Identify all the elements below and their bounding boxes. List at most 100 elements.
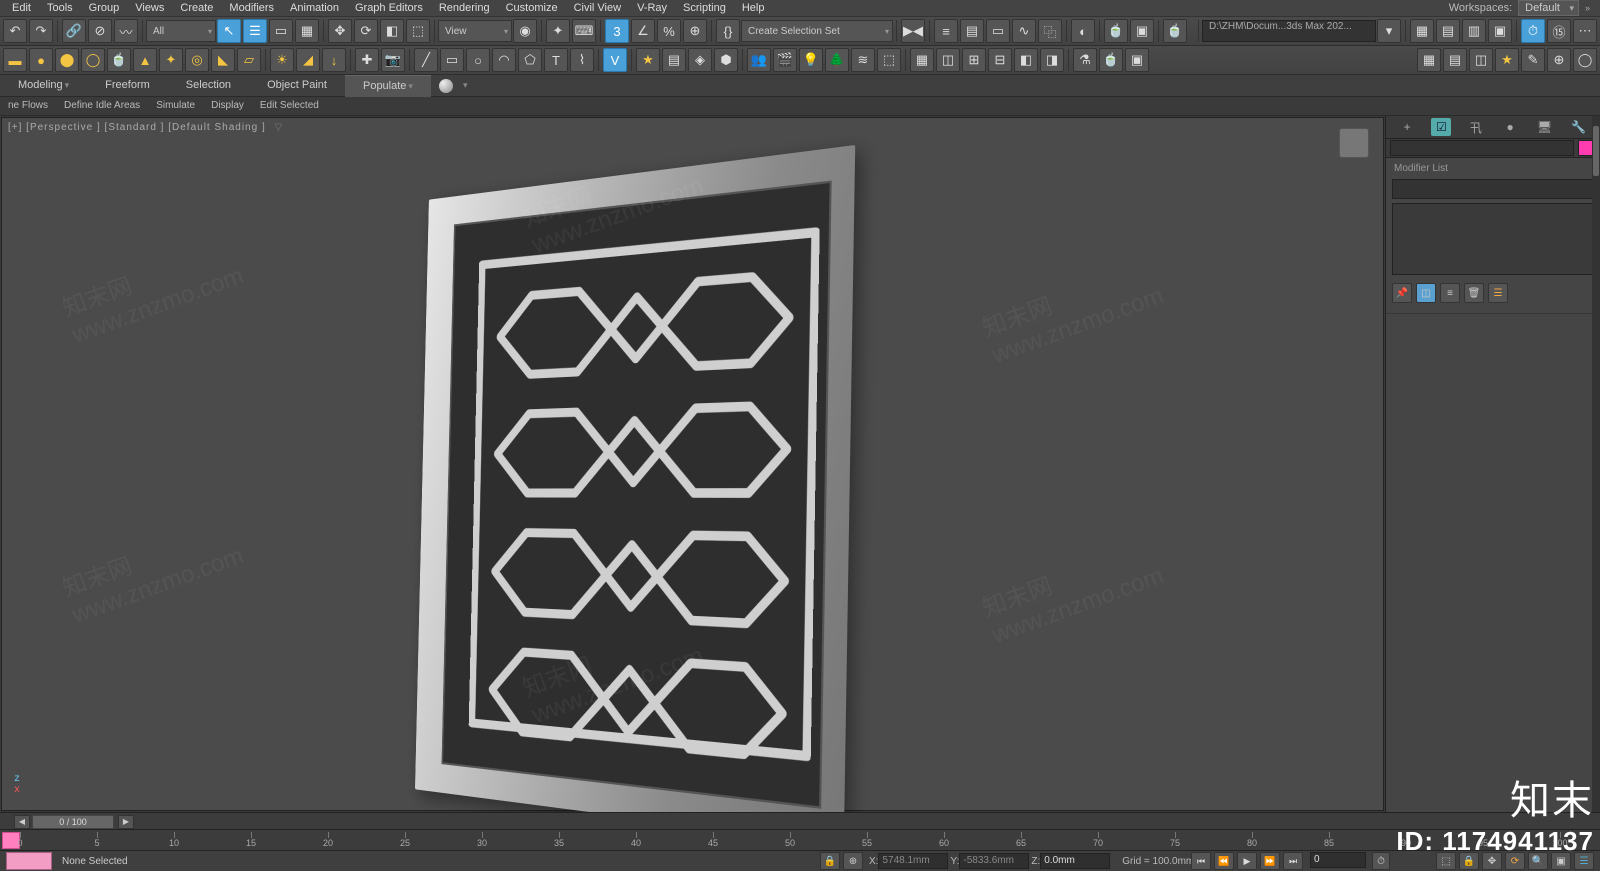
- x-field[interactable]: 5748.1mm: [878, 853, 948, 869]
- nav-zoom-ext-button[interactable]: ▣: [1551, 852, 1571, 870]
- ribbon-tab-object-paint[interactable]: Object Paint: [249, 75, 345, 96]
- create-plane-button[interactable]: ▱: [237, 48, 261, 72]
- rt-5-button[interactable]: ✎: [1521, 48, 1545, 72]
- bind-spacewarp-button[interactable]: 〰: [114, 19, 138, 43]
- helper-button[interactable]: ✚: [355, 48, 379, 72]
- render-setup-button[interactable]: 🍵: [1104, 19, 1128, 43]
- menu-group[interactable]: Group: [81, 0, 128, 16]
- modifier-stack-list[interactable]: [1392, 203, 1594, 275]
- subrib-flows[interactable]: ne Flows: [0, 97, 56, 115]
- menu-graph-editors[interactable]: Graph Editors: [347, 0, 431, 16]
- rt-6-button[interactable]: ⊕: [1547, 48, 1571, 72]
- modifier-list-dropdown[interactable]: [1392, 179, 1594, 199]
- cmdtab-utilities-icon[interactable]: 🔧: [1569, 118, 1589, 136]
- vp-layout-1-button[interactable]: ▦: [1410, 19, 1434, 43]
- percent-snap-button[interactable]: %: [657, 19, 681, 43]
- timeslider-prev-icon[interactable]: ◀: [14, 815, 30, 829]
- spline-arc-button[interactable]: ◠: [492, 48, 516, 72]
- ref-coord-dropdown[interactable]: View: [438, 20, 512, 42]
- create-torus-button[interactable]: ◯: [81, 48, 105, 72]
- time-slider[interactable]: ◀ 0 / 100 ▶: [0, 812, 1600, 829]
- viewport-perspective[interactable]: [+] [Perspective ] [Standard ] [Default …: [1, 117, 1384, 811]
- modstack-show-end-button[interactable]: ◫: [1416, 283, 1436, 303]
- redo-button[interactable]: ↷: [29, 19, 53, 43]
- subrib-display[interactable]: Display: [203, 97, 252, 115]
- workspace-dropdown[interactable]: Default: [1518, 0, 1579, 16]
- timeslider-next-icon[interactable]: ▶: [118, 815, 134, 829]
- extras-19-button[interactable]: ▣: [1125, 48, 1149, 72]
- extras-1-button[interactable]: ★: [636, 48, 660, 72]
- extras-2-button[interactable]: ▤: [662, 48, 686, 72]
- menu-animation[interactable]: Animation: [282, 0, 347, 16]
- align-button[interactable]: ≡: [934, 19, 958, 43]
- workspace-nav-icon[interactable]: »: [1585, 3, 1590, 13]
- extras-3-button[interactable]: ◈: [688, 48, 712, 72]
- extras-15-button[interactable]: ◧: [1014, 48, 1038, 72]
- create-sphere-button[interactable]: ●: [29, 48, 53, 72]
- vp-filter-icon[interactable]: ▽: [275, 122, 283, 133]
- rendered-frame-button[interactable]: ▣: [1130, 19, 1154, 43]
- rt-1-button[interactable]: ▦: [1417, 48, 1441, 72]
- edit-named-sel-button[interactable]: {}: [716, 19, 740, 43]
- unlink-button[interactable]: ⊘: [88, 19, 112, 43]
- angle-snap-button[interactable]: ∠: [631, 19, 655, 43]
- ribbon-tab-modeling[interactable]: Modeling▾: [0, 75, 87, 96]
- rt-7-button[interactable]: ◯: [1573, 48, 1597, 72]
- lock-selection-button[interactable]: 🔒: [820, 852, 840, 870]
- autobak-count-button[interactable]: ⑮: [1547, 19, 1571, 43]
- cmdtab-motion-icon[interactable]: ●: [1500, 118, 1520, 136]
- create-pyramid-button[interactable]: ◣: [211, 48, 235, 72]
- named-selection-set-dropdown[interactable]: Create Selection Set: [741, 20, 893, 42]
- goto-start-button[interactable]: ⏮: [1191, 852, 1211, 870]
- play-button[interactable]: ▶: [1237, 852, 1257, 870]
- extras-12-button[interactable]: ◫: [936, 48, 960, 72]
- extras-16-button[interactable]: ◨: [1040, 48, 1064, 72]
- modstack-unique-button[interactable]: ≡: [1440, 283, 1460, 303]
- scale-button[interactable]: ◧: [380, 19, 404, 43]
- spline-text-button[interactable]: T: [544, 48, 568, 72]
- mirror-button[interactable]: ▶◀: [901, 19, 925, 43]
- subrib-edit-selected[interactable]: Edit Selected: [252, 97, 327, 115]
- create-box-button[interactable]: ▬: [3, 48, 27, 72]
- vp-layout-4-button[interactable]: ▣: [1488, 19, 1512, 43]
- render-production-button[interactable]: 🍵: [1163, 19, 1187, 43]
- autobak-button[interactable]: ⏱: [1521, 19, 1545, 43]
- light-direct-button[interactable]: ↓: [322, 48, 346, 72]
- curve-editor-button[interactable]: ∿: [1012, 19, 1036, 43]
- select-by-name-button[interactable]: ☰: [243, 19, 267, 43]
- move-button[interactable]: ✥: [328, 19, 352, 43]
- menu-tools[interactable]: Tools: [39, 0, 81, 16]
- cmdtab-modify-icon[interactable]: ☑: [1431, 118, 1451, 136]
- rt-3-button[interactable]: ◫: [1469, 48, 1493, 72]
- cmdtab-create-icon[interactable]: +: [1397, 118, 1417, 136]
- modstack-pin-button[interactable]: 📌: [1392, 283, 1412, 303]
- modstack-remove-button[interactable]: 🗑: [1464, 283, 1484, 303]
- cmdtab-hierarchy-icon[interactable]: 卂: [1466, 118, 1486, 136]
- menu-civil-view[interactable]: Civil View: [566, 0, 629, 16]
- undo-button[interactable]: ↶: [3, 19, 27, 43]
- extras-18-button[interactable]: 🍵: [1099, 48, 1123, 72]
- material-editor-button[interactable]: ◐: [1071, 19, 1095, 43]
- link-button[interactable]: 🔗: [62, 19, 86, 43]
- z-field[interactable]: 0.0mm: [1040, 853, 1110, 869]
- ribbon-tab-selection[interactable]: Selection: [168, 75, 249, 96]
- extras-8-button[interactable]: 🌲: [825, 48, 849, 72]
- ribbon-orb-icon[interactable]: [439, 79, 453, 93]
- spline-rect-button[interactable]: ▭: [440, 48, 464, 72]
- current-frame-field[interactable]: 0: [1310, 852, 1366, 868]
- create-tube-button[interactable]: ◎: [185, 48, 209, 72]
- use-pivot-center-button[interactable]: ◉: [513, 19, 537, 43]
- extras-7-button[interactable]: 💡: [799, 48, 823, 72]
- command-panel-scrollbar[interactable]: [1592, 116, 1600, 812]
- ribbon-tab-freeform[interactable]: Freeform: [87, 75, 168, 96]
- rt-2-button[interactable]: ▤: [1443, 48, 1467, 72]
- object-name-field[interactable]: [1390, 140, 1574, 156]
- window-crossing-button[interactable]: ▦: [295, 19, 319, 43]
- nav-zoom-button[interactable]: 🔍: [1528, 852, 1548, 870]
- menu-help[interactable]: Help: [734, 0, 773, 16]
- project-path-field[interactable]: D:\ZHM\Docum...3ds Max 202...: [1202, 20, 1376, 42]
- scene-object-panel[interactable]: [422, 198, 902, 788]
- create-teapot-button[interactable]: 🍵: [107, 48, 131, 72]
- maxscript-mini-handle[interactable]: [6, 852, 52, 870]
- spline-line-button[interactable]: ╱: [414, 48, 438, 72]
